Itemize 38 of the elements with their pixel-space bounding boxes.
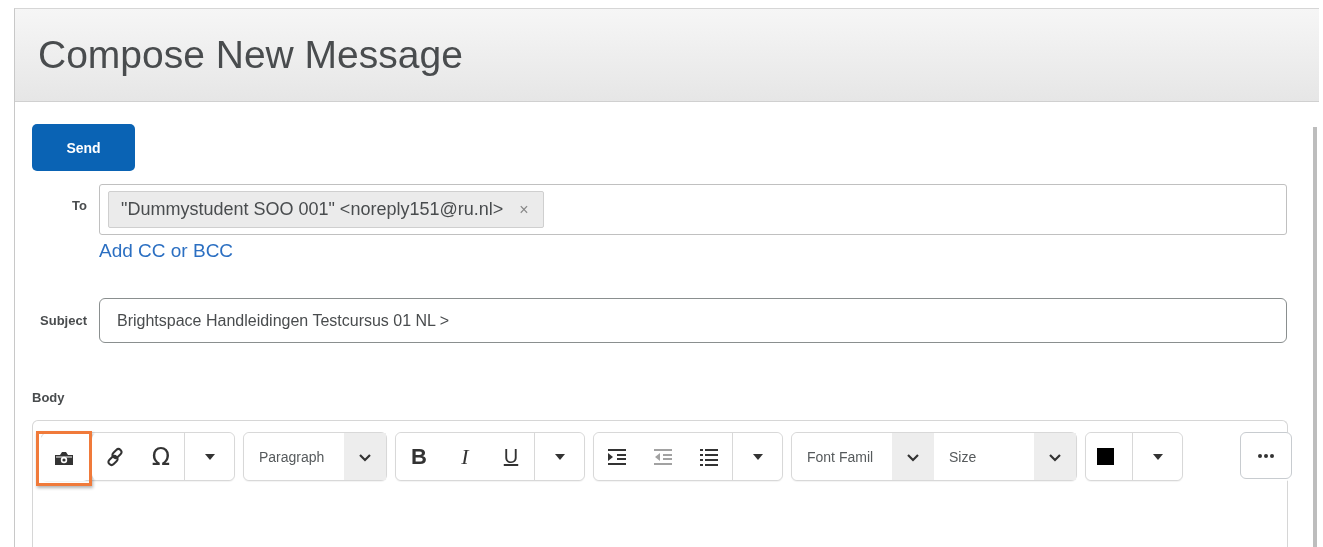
italic-button[interactable]: I	[442, 433, 488, 480]
bulleted-list-button[interactable]	[686, 433, 732, 480]
ellipsis-icon	[1258, 453, 1274, 458]
recipient-chip[interactable]: "Dummystudent SOO 001" <noreply151@ru.nl> ×	[108, 191, 544, 228]
caret-down-icon	[1150, 451, 1165, 462]
add-cc-bcc-link[interactable]: Add CC or BCC	[99, 240, 234, 262]
chevron-down-icon	[1048, 451, 1062, 462]
more-options-button[interactable]	[184, 433, 234, 480]
font-select[interactable]: Paragraph	[244, 433, 386, 480]
chevron-down-icon	[906, 451, 920, 462]
chevron-down-icon	[358, 451, 372, 462]
bold-button[interactable]: B	[396, 433, 442, 480]
underline-button[interactable]: U	[488, 433, 534, 480]
format-select[interactable]: Size	[934, 433, 1076, 480]
recipient-field[interactable]: "Dummystudent SOO 001" <noreply151@ru.nl> ×	[99, 184, 1287, 235]
caret-down-icon	[202, 451, 217, 462]
indent-button[interactable]	[594, 433, 640, 480]
send-button[interactable]: Send	[32, 124, 135, 171]
special-character-button[interactable]: Ω	[138, 433, 184, 480]
list-icon	[699, 447, 719, 466]
subject-field[interactable]: Brightspace Handleidingen Testcursus 01 NL >	[99, 298, 1287, 343]
caret-down-icon	[750, 451, 765, 462]
link-icon	[105, 446, 125, 467]
insert-link-button[interactable]	[92, 433, 138, 480]
font-select[interactable]: Font Famil	[792, 433, 934, 480]
scrollbar[interactable]	[1313, 127, 1317, 547]
more-button[interactable]	[1240, 432, 1292, 479]
indent-icon	[607, 447, 627, 466]
subject-label: Subject	[39, 313, 88, 328]
text-color-button[interactable]	[1086, 433, 1132, 480]
body-label: Body	[32, 390, 66, 405]
to-label: To	[71, 197, 88, 215]
outdent-icon	[653, 447, 673, 466]
more-options-button[interactable]	[534, 433, 584, 480]
caret-down-icon	[552, 451, 567, 462]
camera-icon	[54, 451, 74, 466]
page-title: Compose New Message	[38, 33, 463, 77]
recipient-address: "Dummystudent SOO 001" <noreply151@ru.nl>	[121, 199, 504, 220]
